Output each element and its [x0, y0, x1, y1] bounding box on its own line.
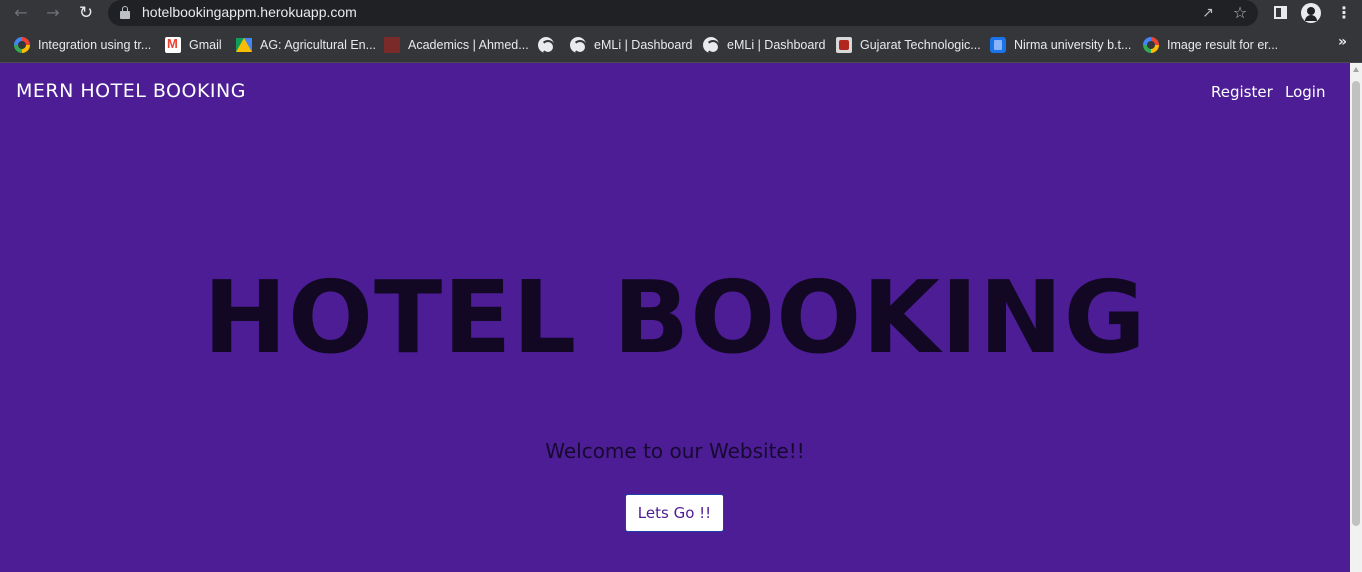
globe-icon [570, 37, 587, 54]
bookmark-label: AG: Agricultural En... [260, 38, 377, 52]
back-arrow-icon[interactable]: ← [10, 2, 32, 24]
bookmarks-overflow-icon[interactable]: » [1338, 34, 1347, 50]
bookmark-item[interactable]: eMLi | Dashboard [570, 35, 692, 55]
bookmark-item[interactable]: Integration using tr... [14, 35, 151, 55]
google-icon [1143, 37, 1159, 53]
browser-toolbar: ← → ↻ hotelbookingappm.herokuapp.com ↗ ☆… [0, 0, 1362, 26]
globe-icon [538, 37, 555, 54]
lock-icon[interactable] [120, 6, 130, 19]
bookmark-label: Gujarat Technologic... [860, 38, 981, 52]
bookmark-item[interactable]: Image result for er... [1143, 35, 1278, 55]
bookmark-item[interactable]: Nirma university b.t... [990, 35, 1131, 55]
gmail-icon [165, 36, 181, 53]
bookmark-label: Image result for er... [1167, 38, 1279, 52]
bookmark-label: Nirma university b.t... [1014, 38, 1132, 52]
bookmark-item[interactable]: Gmail [165, 35, 222, 55]
lets-go-button[interactable]: Lets Go !! [625, 494, 724, 532]
google-icon [14, 37, 30, 53]
bookmark-item[interactable]: Gujarat Technologic... [836, 35, 981, 55]
globe-icon [703, 37, 720, 54]
welcome-text: Welcome to our Website!! [545, 439, 805, 463]
bookmark-label: eMLi | Dashboard [727, 38, 826, 52]
profile-icon[interactable] [1300, 2, 1322, 24]
scrollbar-thumb[interactable] [1352, 81, 1360, 526]
bookmark-item[interactable]: eMLi | Dashboard [703, 35, 825, 55]
bookmark-label: Gmail [189, 38, 222, 52]
bookmark-item[interactable] [538, 35, 562, 55]
bookmark-item[interactable]: Academics | Ahmed... [384, 35, 529, 55]
nirma-icon [990, 37, 1006, 53]
bookmark-label: Integration using tr... [38, 38, 152, 52]
page-viewport: MERN HOTEL BOOKING Register Login HOTEL … [0, 63, 1362, 572]
site-brand[interactable]: MERN HOTEL BOOKING [16, 80, 246, 102]
nav-register-link[interactable]: Register [1211, 83, 1273, 101]
vertical-scrollbar[interactable] [1350, 63, 1362, 572]
drive-icon [236, 38, 252, 52]
kebab-menu-icon[interactable]: ⋮ [1333, 2, 1355, 24]
bookmark-item[interactable]: AG: Agricultural En... [236, 35, 376, 55]
side-panel-icon[interactable] [1269, 2, 1291, 24]
address-bar[interactable]: hotelbookingappm.herokuapp.com ↗ ☆ [108, 0, 1258, 26]
scroll-up-arrow-icon[interactable] [1353, 67, 1359, 72]
bookmarks-bar: Integration using tr... Gmail AG: Agricu… [0, 31, 1362, 57]
bookmark-label: eMLi | Dashboard [594, 38, 693, 52]
hero-title: HOTEL BOOKING [203, 259, 1147, 376]
reload-icon[interactable]: ↻ [75, 2, 97, 24]
gtu-icon [836, 37, 852, 53]
url-text[interactable]: hotelbookingappm.herokuapp.com [142, 4, 357, 20]
nav-login-link[interactable]: Login [1285, 83, 1325, 101]
share-icon[interactable]: ↗ [1198, 3, 1218, 23]
forward-arrow-icon[interactable]: → [42, 2, 64, 24]
bookmark-label: Academics | Ahmed... [408, 38, 529, 52]
site-icon [384, 37, 400, 53]
star-icon[interactable]: ☆ [1230, 3, 1250, 23]
